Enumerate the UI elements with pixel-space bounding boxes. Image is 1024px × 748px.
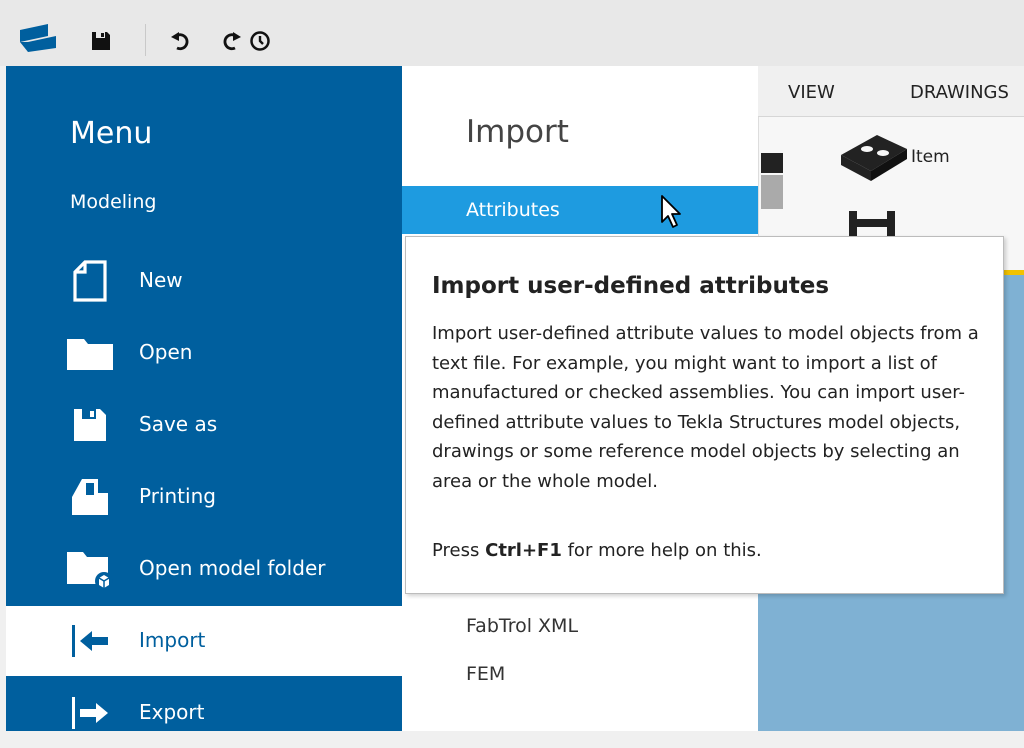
submenu-item-fabtrol-xml[interactable]: FabTrol XML xyxy=(402,602,758,650)
mouse-cursor-icon xyxy=(660,194,684,230)
menu-item-save-as[interactable]: Save as xyxy=(6,390,402,460)
ribbon-button-item-label[interactable]: Item xyxy=(911,147,950,167)
menu-item-open-model-folder[interactable]: Open model folder xyxy=(6,534,402,604)
tab-drawings[interactable]: DRAWINGS xyxy=(910,82,1009,103)
menu-item-label: Export xyxy=(139,700,205,724)
tekla-logo-icon[interactable] xyxy=(18,22,58,52)
item-block-icon[interactable] xyxy=(837,129,909,185)
menu-section-modeling: Modeling xyxy=(70,191,157,213)
menu-item-label: Save as xyxy=(139,412,218,436)
menu-item-label: Open xyxy=(139,340,193,364)
submenu-item-label: FabTrol XML xyxy=(466,615,579,637)
menu-item-label: Open model folder xyxy=(139,556,326,580)
column-icon[interactable] xyxy=(761,145,787,213)
tooltip: Import user-defined attributes Import us… xyxy=(405,236,1004,594)
quick-access-toolbar xyxy=(0,0,1024,66)
menu-item-new[interactable]: New xyxy=(6,246,402,316)
submenu-item-attributes[interactable]: Attributes xyxy=(402,186,758,234)
menu-item-import[interactable]: Import xyxy=(6,606,402,676)
file-menu-panel: Menu Modeling New Open Save as Printing … xyxy=(6,66,402,731)
history-icon[interactable] xyxy=(247,28,273,54)
menu-item-label: Import xyxy=(139,628,206,652)
folder-icon xyxy=(66,332,114,374)
help-shortcut: Ctrl+F1 xyxy=(485,540,562,561)
new-file-icon xyxy=(66,260,114,302)
ribbon-tab-bar: VIEW DRAWINGS xyxy=(758,66,1024,117)
printer-icon xyxy=(66,476,114,518)
save-icon xyxy=(66,404,114,446)
menu-item-printing[interactable]: Printing xyxy=(6,462,402,532)
import-arrow-icon xyxy=(66,620,114,662)
export-arrow-icon xyxy=(66,692,114,734)
tooltip-help: Press Ctrl+F1 for more help on this. xyxy=(432,540,762,561)
menu-item-label: Printing xyxy=(139,484,216,508)
menu-title: Menu xyxy=(70,116,153,151)
toolbar-separator xyxy=(145,24,146,56)
tab-view[interactable]: VIEW xyxy=(788,82,835,103)
model-folder-icon xyxy=(66,548,114,590)
submenu-item-fem[interactable]: FEM xyxy=(402,650,758,698)
menu-item-export[interactable]: Export xyxy=(6,678,402,748)
undo-icon[interactable] xyxy=(168,28,194,54)
submenu-item-label: Attributes xyxy=(466,199,560,221)
menu-item-label: New xyxy=(139,268,183,292)
save-icon[interactable] xyxy=(88,28,114,54)
tooltip-body: Import user-defined attribute values to … xyxy=(432,323,979,492)
tooltip-title: Import user-defined attributes xyxy=(432,273,830,299)
redo-icon[interactable] xyxy=(218,28,244,54)
submenu-title: Import xyxy=(466,114,569,150)
menu-item-open[interactable]: Open xyxy=(6,318,402,388)
submenu-item-label: FEM xyxy=(466,663,506,685)
